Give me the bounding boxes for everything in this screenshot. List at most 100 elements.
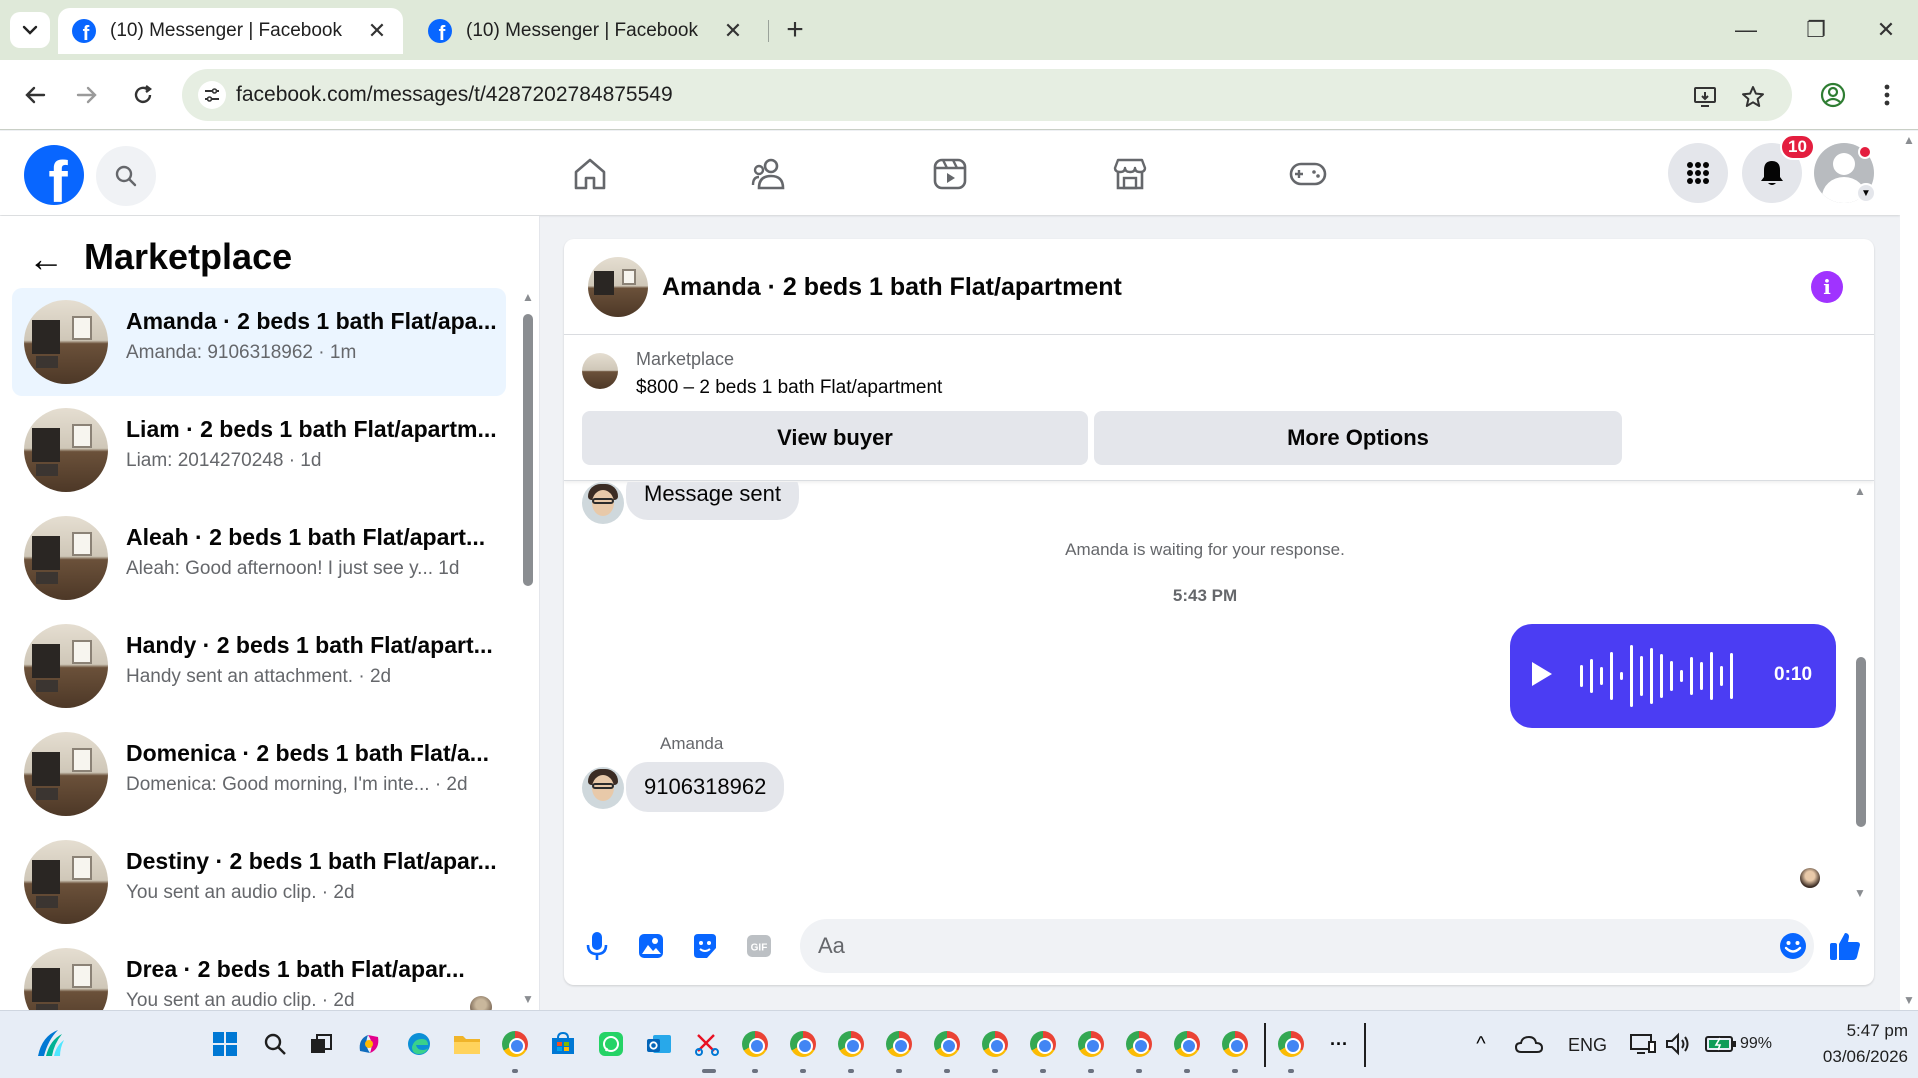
- like-thumb-icon[interactable]: [1828, 929, 1862, 963]
- sender-avatar[interactable]: [582, 767, 624, 809]
- browser-tab-active[interactable]: f (10) Messenger | Facebook ✕: [58, 8, 403, 54]
- chrome-window-icon[interactable]: [1028, 1029, 1058, 1059]
- tray-chevron-icon[interactable]: ^: [1466, 1029, 1496, 1059]
- bookmark-star-icon[interactable]: [1738, 82, 1768, 112]
- store-icon[interactable]: [548, 1029, 578, 1059]
- message-input[interactable]: [800, 919, 1814, 973]
- widgets-icon[interactable]: [32, 1025, 68, 1061]
- message-thread-scrollbar[interactable]: [1856, 657, 1866, 827]
- chevron-down-icon[interactable]: ▼: [1856, 183, 1876, 203]
- edge-icon[interactable]: [404, 1029, 434, 1059]
- conversation-name: Domenica · 2 beds 1 bath Flat/a...: [126, 740, 489, 766]
- more-options-button[interactable]: More Options: [1094, 411, 1622, 465]
- page-scrollbar[interactable]: ▲ ▼: [1900, 131, 1918, 1010]
- back-button[interactable]: [14, 74, 56, 116]
- chat-listing-avatar[interactable]: [588, 257, 648, 317]
- outlook-icon[interactable]: [644, 1029, 674, 1059]
- chrome-window-icon[interactable]: [836, 1029, 866, 1059]
- conversation-item[interactable]: Drea · 2 beds 1 bath Flat/apar... You se…: [12, 936, 506, 1010]
- chrome-window-icon[interactable]: [884, 1029, 914, 1059]
- emoji-icon[interactable]: [1776, 929, 1810, 963]
- chat-title[interactable]: Amanda · 2 beds 1 bath Flat/apartment: [662, 273, 1122, 302]
- tab-close-icon[interactable]: ✕: [721, 18, 745, 44]
- forward-button[interactable]: [66, 74, 108, 116]
- close-window-button[interactable]: ✕: [1856, 10, 1916, 50]
- chrome-window-icon[interactable]: [932, 1029, 962, 1059]
- view-buyer-button[interactable]: View buyer: [582, 411, 1088, 465]
- gif-icon[interactable]: GIF: [742, 929, 776, 963]
- chrome-window-icon[interactable]: [1276, 1029, 1306, 1059]
- photo-icon[interactable]: [634, 929, 668, 963]
- nav-home[interactable]: [562, 149, 618, 199]
- copilot-icon[interactable]: [354, 1029, 384, 1059]
- windows-start-icon[interactable]: [210, 1029, 240, 1059]
- conversation-list-scrollbar[interactable]: [523, 314, 533, 586]
- reload-button[interactable]: [122, 74, 164, 116]
- scroll-up-arrow-icon[interactable]: ▲: [1854, 484, 1866, 498]
- chrome-window-icon[interactable]: [788, 1029, 818, 1059]
- chrome-window-icon[interactable]: [1076, 1029, 1106, 1059]
- site-settings-icon[interactable]: [198, 81, 226, 109]
- network-icon[interactable]: [1628, 1029, 1658, 1059]
- scroll-up-arrow-icon[interactable]: ▲: [522, 290, 534, 304]
- scroll-down-arrow-icon[interactable]: ▼: [1903, 993, 1915, 1007]
- conversation-item[interactable]: Aleah · 2 beds 1 bath Flat/apart... Alea…: [12, 504, 506, 612]
- tab-search-button[interactable]: [10, 12, 50, 48]
- outgoing-audio-message[interactable]: 0:10: [1510, 624, 1836, 728]
- snipping-tool-icon[interactable]: [692, 1029, 722, 1059]
- play-icon[interactable]: [1532, 662, 1552, 686]
- nav-friends[interactable]: [742, 149, 798, 199]
- conversation-item[interactable]: Amanda · 2 beds 1 bath Flat/apa... Amand…: [12, 288, 506, 396]
- menu-grid-button[interactable]: [1668, 143, 1728, 203]
- install-app-icon[interactable]: [1690, 82, 1720, 112]
- address-bar[interactable]: facebook.com/messages/t/4287202784875549: [182, 69, 1792, 121]
- file-explorer-icon[interactable]: [452, 1029, 482, 1059]
- info-icon[interactable]: i: [1811, 271, 1843, 303]
- whatsapp-icon[interactable]: [596, 1029, 626, 1059]
- tab-close-icon[interactable]: ✕: [365, 18, 389, 44]
- chrome-window-icon[interactable]: [1220, 1029, 1250, 1059]
- back-arrow-icon[interactable]: ←: [28, 238, 64, 280]
- clock-date[interactable]: 03/06/2026: [1796, 1047, 1908, 1067]
- facebook-logo[interactable]: f: [24, 145, 84, 205]
- microphone-icon[interactable]: [580, 929, 614, 963]
- nav-marketplace[interactable]: [1102, 149, 1158, 199]
- task-view-icon[interactable]: [306, 1029, 336, 1059]
- listing-thumbnail: [24, 948, 108, 1010]
- conversation-item[interactable]: Handy · 2 beds 1 bath Flat/apart... Hand…: [12, 612, 506, 720]
- nav-video[interactable]: [922, 149, 978, 199]
- maximize-button[interactable]: ❐: [1786, 10, 1846, 50]
- sender-avatar[interactable]: [582, 482, 624, 524]
- facebook-search-button[interactable]: [96, 146, 156, 206]
- chrome-window-icon[interactable]: [1124, 1029, 1154, 1059]
- browser-menu-button[interactable]: [1866, 74, 1908, 116]
- incoming-message-bubble[interactable]: Message sent: [626, 482, 799, 520]
- conversation-item[interactable]: Destiny · 2 beds 1 bath Flat/apar... You…: [12, 828, 506, 936]
- listing-price-title[interactable]: $800 – 2 beds 1 bath Flat/apartment: [636, 377, 942, 399]
- conversation-item[interactable]: Domenica · 2 beds 1 bath Flat/a... Domen…: [12, 720, 506, 828]
- chrome-window-icon[interactable]: [980, 1029, 1010, 1059]
- chrome-window-icon[interactable]: [740, 1029, 770, 1059]
- browser-tab-inactive[interactable]: f (10) Messenger | Facebook ✕: [414, 8, 759, 54]
- minimize-button[interactable]: —: [1716, 10, 1776, 50]
- more-apps-icon[interactable]: ···: [1324, 1029, 1354, 1059]
- incoming-message-bubble[interactable]: 9106318962: [626, 762, 785, 812]
- running-indicator: [848, 1069, 854, 1073]
- new-tab-button[interactable]: +: [780, 10, 810, 50]
- sticker-icon[interactable]: [688, 929, 722, 963]
- profile-button[interactable]: [1812, 74, 1854, 116]
- conversation-item[interactable]: Liam · 2 beds 1 bath Flat/apartm... Liam…: [12, 396, 506, 504]
- scroll-up-arrow-icon[interactable]: ▲: [1903, 133, 1915, 147]
- clock-time[interactable]: 5:47 pm: [1826, 1021, 1908, 1041]
- taskbar-search-icon[interactable]: [260, 1029, 290, 1059]
- volume-icon[interactable]: [1664, 1029, 1694, 1059]
- onedrive-cloud-icon[interactable]: [1514, 1029, 1544, 1059]
- battery-icon[interactable]: [1704, 1029, 1738, 1059]
- scroll-down-arrow-icon[interactable]: ▼: [522, 992, 534, 1006]
- language-indicator[interactable]: ENG: [1568, 1035, 1607, 1056]
- chrome-window-icon[interactable]: [1172, 1029, 1202, 1059]
- nav-gaming[interactable]: [1280, 149, 1336, 199]
- scroll-down-arrow-icon[interactable]: ▼: [1854, 886, 1866, 900]
- chrome-icon[interactable]: [500, 1029, 530, 1059]
- facebook-favicon-icon: f: [72, 19, 96, 43]
